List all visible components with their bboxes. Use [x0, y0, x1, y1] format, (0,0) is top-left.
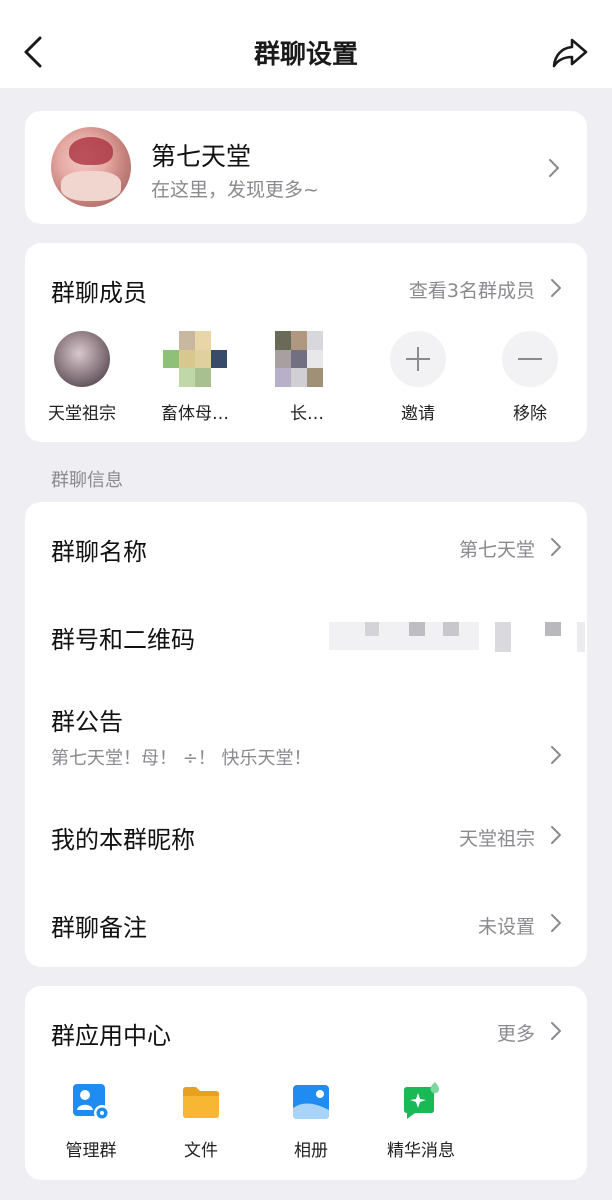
app-files[interactable]: 文件 — [151, 1082, 251, 1161]
member-item[interactable]: 畜体母… — [145, 331, 245, 424]
group-name: 第七天堂 — [151, 142, 252, 171]
minus-icon — [502, 331, 558, 387]
group-profile-card[interactable]: 第七天堂 在这里，发现更多~ — [25, 111, 587, 224]
remove-label: 移除 — [513, 404, 547, 424]
member-item[interactable]: 天堂祖宗 — [32, 331, 132, 424]
my-nickname-title: 我的本群昵称 — [51, 826, 195, 854]
group-note-title: 群聊备注 — [51, 914, 147, 942]
group-name-value: 第七天堂 — [458, 539, 535, 561]
group-note-row[interactable]: 群聊备注 未设置 — [25, 878, 587, 967]
chevron-right-icon — [551, 826, 561, 844]
page-title: 群聊设置 — [253, 40, 358, 70]
member-name: 畜体母… — [161, 404, 229, 424]
group-name-title: 群聊名称 — [51, 538, 147, 566]
member-avatar — [163, 331, 227, 387]
chevron-right-icon[interactable] — [549, 277, 563, 299]
group-name-row[interactable]: 群聊名称 第七天堂 — [25, 502, 587, 592]
announcement-content: 第七天堂！母！ ÷！ 快乐天堂！ — [51, 748, 312, 769]
member-name: 长… — [290, 404, 324, 424]
member-name: 天堂祖宗 — [48, 404, 116, 424]
app-label: 管理群 — [65, 1141, 117, 1161]
folder-icon — [183, 1087, 219, 1118]
invite-label: 邀请 — [401, 404, 435, 424]
chevron-right-icon[interactable] — [549, 1020, 563, 1042]
album-icon — [293, 1085, 329, 1119]
members-title: 群聊成员 — [51, 279, 147, 307]
view-all-members-link[interactable]: 查看3名群成员 — [409, 276, 535, 303]
app-label: 精华消息 — [387, 1141, 455, 1161]
group-avatar — [51, 127, 131, 207]
app-label: 相册 — [294, 1141, 328, 1161]
group-members-card: 群聊成员 查看3名群成员 天堂祖宗 畜体母… 长… 邀请 移除 — [25, 243, 587, 442]
group-subtitle: 在这里，发现更多~ — [151, 179, 319, 201]
member-avatar — [54, 331, 110, 387]
chevron-right-icon — [551, 538, 561, 556]
apps-more-link[interactable]: 更多 — [497, 1019, 535, 1046]
plus-icon — [390, 331, 446, 387]
app-manage-group[interactable]: 管理群 — [41, 1082, 141, 1161]
top-navigation-bar: 群聊设置 — [0, 0, 612, 88]
manage-group-icon — [73, 1084, 110, 1121]
group-note-value: 未设置 — [477, 916, 535, 938]
invite-member-button[interactable]: 邀请 — [368, 331, 468, 424]
app-album[interactable]: 相册 — [261, 1082, 361, 1161]
group-announcement-row[interactable]: 群公告 第七天堂！母！ ÷！ 快乐天堂！ — [25, 680, 587, 788]
my-nickname-value: 天堂祖宗 — [458, 828, 535, 850]
group-id-qr-title: 群号和二维码 — [51, 626, 195, 654]
app-label: 文件 — [184, 1141, 218, 1161]
group-info-card: 群聊名称 第七天堂 群号和二维码 群公告 第七天堂！母！ ÷！ 快乐天堂！ 我的… — [25, 502, 587, 967]
pixelated-group-number — [325, 618, 587, 658]
section-label-group-info: 群聊信息 — [51, 470, 123, 491]
announcement-title: 群公告 — [51, 708, 123, 736]
chevron-right-icon — [551, 746, 561, 764]
chevron-right-icon — [551, 914, 561, 932]
essence-message-icon — [404, 1082, 439, 1119]
member-item[interactable]: 长… — [257, 331, 357, 424]
group-id-qr-row[interactable]: 群号和二维码 — [25, 592, 587, 680]
remove-member-button[interactable]: 移除 — [480, 331, 580, 424]
member-avatar — [275, 331, 339, 387]
group-apps-card: 群应用中心 更多 管理群 文件 相册 精华消息 — [25, 986, 587, 1180]
chevron-right-icon — [549, 159, 559, 177]
app-essence-messages[interactable]: 精华消息 — [371, 1082, 471, 1161]
share-icon[interactable] — [550, 32, 590, 72]
my-nickname-row[interactable]: 我的本群昵称 天堂祖宗 — [25, 788, 587, 878]
apps-title: 群应用中心 — [51, 1022, 171, 1050]
